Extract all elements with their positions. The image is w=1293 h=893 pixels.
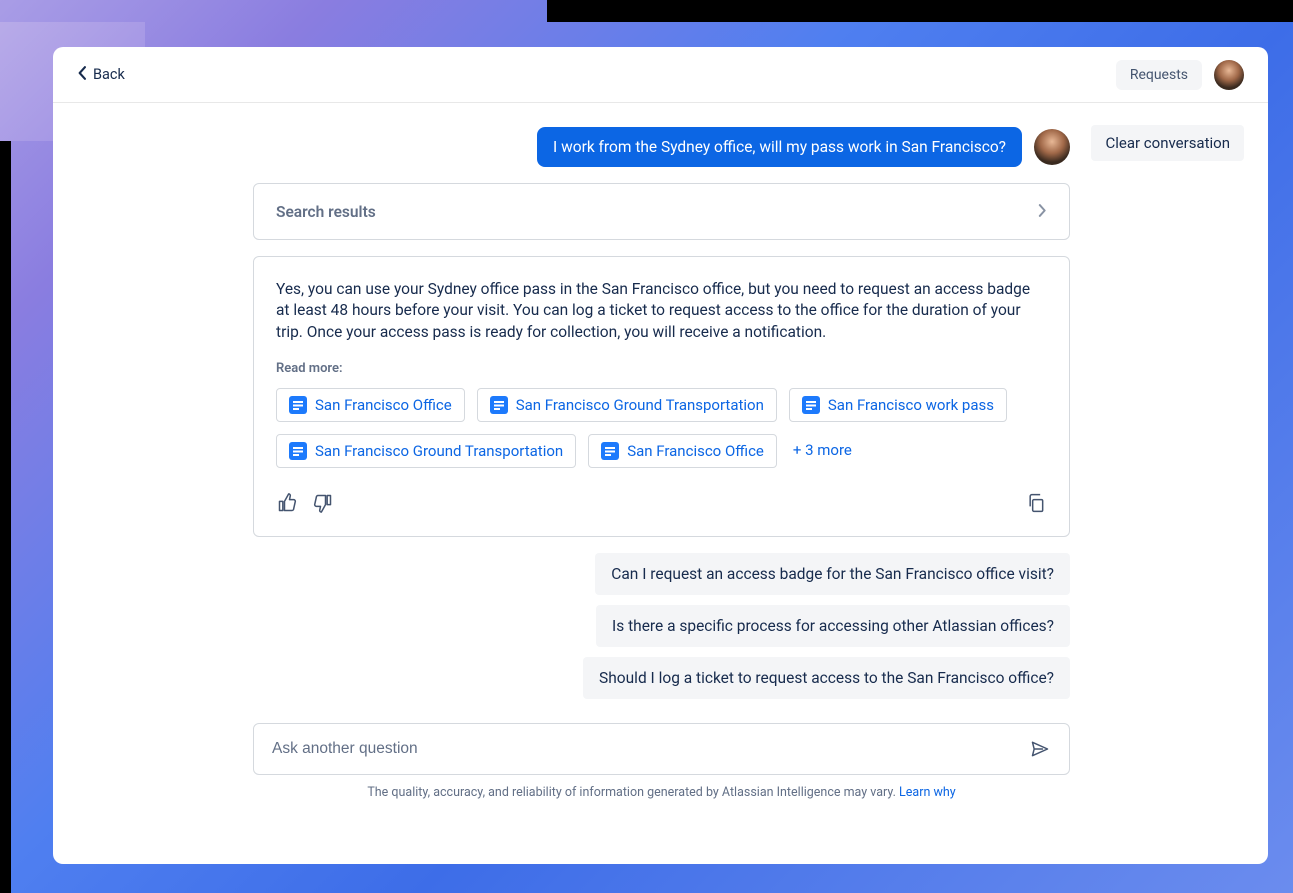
answer-text: Yes, you can use your Sydney office pass… (276, 279, 1047, 343)
document-icon (802, 396, 820, 414)
avatar (1034, 129, 1070, 165)
back-label: Back (93, 66, 125, 83)
avatar[interactable] (1214, 60, 1244, 90)
user-message-bubble: I work from the Sydney office, will my p… (537, 127, 1022, 167)
document-icon (601, 442, 619, 460)
read-more-label: Read more: (276, 361, 1047, 376)
chevron-left-icon (77, 66, 87, 84)
source-chip[interactable]: San Francisco Office (276, 388, 465, 422)
copy-button[interactable] (1025, 492, 1047, 514)
clear-conversation-button[interactable]: Clear conversation (1091, 125, 1244, 161)
chevron-right-icon (1038, 202, 1047, 221)
source-chip[interactable]: San Francisco work pass (789, 388, 1007, 422)
more-sources-link[interactable]: + 3 more (789, 434, 856, 468)
suggestion-button[interactable]: Should I log a ticket to request access … (583, 657, 1070, 699)
message-input-container (253, 723, 1070, 775)
document-icon (490, 396, 508, 414)
answer-card: Yes, you can use your Sydney office pass… (253, 256, 1070, 537)
suggestion-button[interactable]: Is there a specific process for accessin… (596, 605, 1070, 647)
header: Back Requests (53, 47, 1268, 103)
source-chip[interactable]: San Francisco Ground Transportation (276, 434, 576, 468)
disclaimer: The quality, accuracy, and reliability o… (253, 785, 1070, 816)
document-icon (289, 396, 307, 414)
back-button[interactable]: Back (77, 66, 125, 84)
send-button[interactable] (1029, 738, 1051, 760)
source-chip[interactable]: San Francisco Ground Transportation (477, 388, 777, 422)
message-input[interactable] (272, 740, 1029, 758)
thumbs-up-button[interactable] (276, 492, 298, 514)
document-icon (289, 442, 307, 460)
chat-panel: Back Requests Clear conversation I work … (53, 47, 1268, 864)
thumbs-down-button[interactable] (312, 492, 334, 514)
search-results-label: Search results (276, 203, 376, 221)
suggestions: Can I request an access badge for the Sa… (253, 553, 1070, 699)
source-chip[interactable]: San Francisco Office (588, 434, 777, 468)
user-message-row: I work from the Sydney office, will my p… (253, 127, 1070, 167)
search-results-card[interactable]: Search results (253, 183, 1070, 240)
requests-button[interactable]: Requests (1116, 60, 1202, 90)
suggestion-button[interactable]: Can I request an access badge for the Sa… (595, 553, 1070, 595)
learn-why-link[interactable]: Learn why (899, 785, 956, 800)
